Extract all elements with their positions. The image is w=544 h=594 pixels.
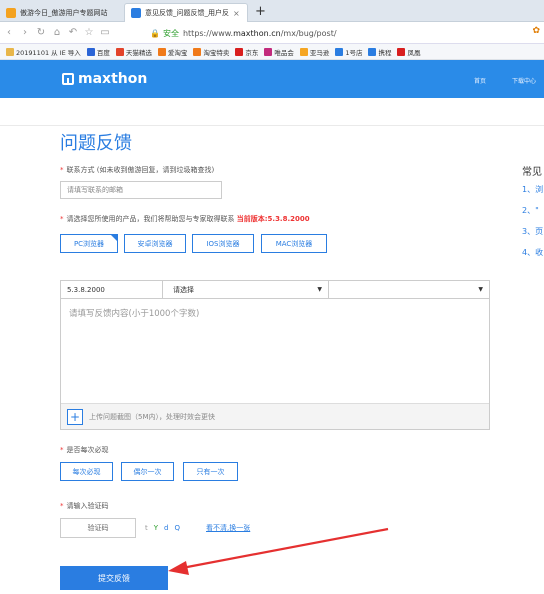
annotation-arrow [168, 527, 389, 575]
arrow-head [168, 561, 189, 575]
arrow-shaft [181, 527, 389, 570]
